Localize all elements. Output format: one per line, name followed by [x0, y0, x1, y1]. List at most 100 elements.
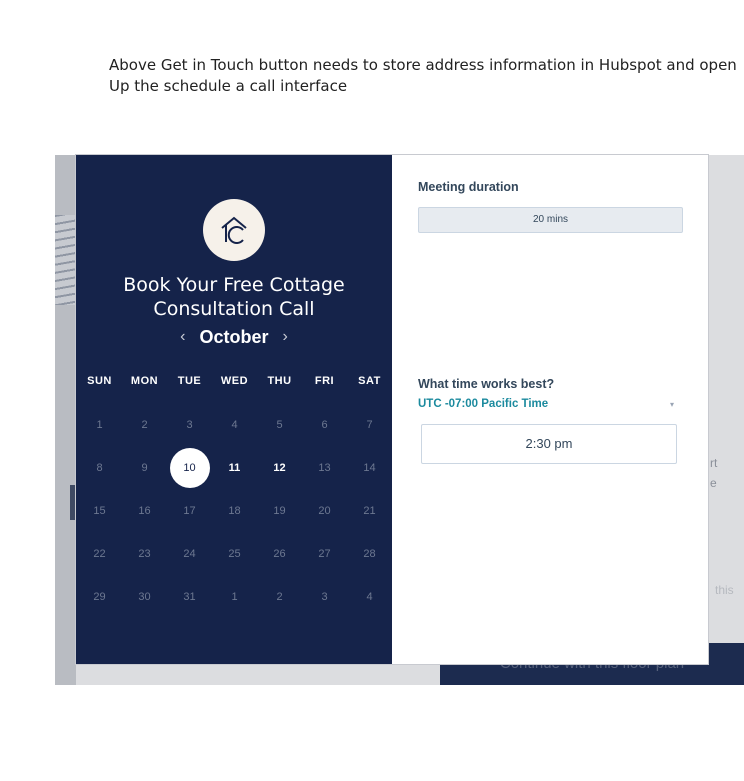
unavailable-day: 17 [167, 489, 212, 532]
unavailable-day: 20 [302, 489, 347, 532]
day-number: 4 [366, 590, 373, 603]
day-number: 16 [138, 504, 151, 517]
unavailable-day: 14 [347, 446, 392, 489]
day-number: 20 [318, 504, 331, 517]
day-number: 2 [276, 590, 283, 603]
day-number: 3 [186, 418, 193, 431]
unavailable-day: 21 [347, 489, 392, 532]
calendar-title: Book Your Free Cottage Consultation Call [123, 274, 345, 320]
day-number: 1 [96, 418, 103, 431]
unavailable-day: 8 [77, 446, 122, 489]
unavailable-day: 22 [77, 532, 122, 575]
day-number: 3 [321, 590, 328, 603]
unavailable-day: 26 [257, 532, 302, 575]
weekday-label: SUN [87, 375, 112, 387]
meeting-duration-label: Meeting duration [418, 180, 519, 194]
unavailable-day: 13 [302, 446, 347, 489]
unavailable-day: 18 [212, 489, 257, 532]
day-number: 22 [93, 547, 106, 560]
unavailable-day: 16 [122, 489, 167, 532]
day-number: 17 [183, 504, 196, 517]
weekday-label: SAT [358, 375, 381, 387]
weekday-label: WED [220, 375, 249, 387]
day-number: 15 [93, 504, 106, 517]
day-number: 11 [228, 461, 241, 474]
day-number: 31 [183, 590, 196, 603]
day-number: 12 [273, 461, 286, 474]
unavailable-day: 4 [212, 403, 257, 446]
background-text-fragment: rt e [710, 456, 718, 490]
unavailable-day: 29 [77, 575, 122, 618]
day-number: 2 [141, 418, 148, 431]
day-number: 24 [183, 547, 196, 560]
next-month-icon[interactable]: › [283, 328, 288, 346]
day-number: 6 [321, 418, 328, 431]
weekday-header: SUN MON TUE WED THU FRI SAT [77, 375, 392, 387]
unavailable-day: 1 [77, 403, 122, 446]
weekday-label: MON [130, 375, 159, 387]
available-day[interactable]: 11 [212, 446, 257, 489]
day-number: 21 [363, 504, 376, 517]
unavailable-day: 3 [167, 403, 212, 446]
calendar-week-row: 1 2 3 4 5 6 7 [77, 403, 392, 446]
day-number: 5 [276, 418, 283, 431]
instruction-note: Above Get in Touch button needs to store… [109, 55, 737, 97]
calendar-week-row: 29 30 31 1 2 3 4 [77, 575, 392, 618]
day-number: 25 [228, 547, 241, 560]
timezone-select[interactable]: UTC -07:00 Pacific Time ▾ [418, 398, 674, 410]
unavailable-day: 4 [347, 575, 392, 618]
unavailable-day: 1 [212, 575, 257, 618]
unavailable-day: 9 [122, 446, 167, 489]
day-number: 26 [273, 547, 286, 560]
time-question-label: What time works best? [418, 377, 555, 391]
day-number: 23 [138, 547, 151, 560]
calendar-grid: 1 2 3 4 5 6 7 8 9 10 11 12 13 14 15 16 17 18 19 20 21 22 23 24 2… [77, 403, 392, 618]
day-number: 14 [363, 461, 376, 474]
unavailable-day: 25 [212, 532, 257, 575]
day-number: 30 [138, 590, 151, 603]
calendar-week-row: 8 9 10 11 12 13 14 [77, 446, 392, 489]
unavailable-day: 15 [77, 489, 122, 532]
day-number: 4 [231, 418, 238, 431]
schedule-call-modal: Book Your Free Cottage Consultation Call… [76, 155, 708, 664]
day-number: 29 [93, 590, 106, 603]
weekday-label: TUE [177, 375, 202, 387]
day-number: 28 [363, 547, 376, 560]
unavailable-day: 30 [122, 575, 167, 618]
day-number: 9 [141, 461, 148, 474]
weekday-label: THU [267, 375, 292, 387]
unavailable-day: 31 [167, 575, 212, 618]
calendar-week-row: 15 16 17 18 19 20 21 [77, 489, 392, 532]
day-number: 1 [231, 590, 238, 603]
unavailable-day: 2 [122, 403, 167, 446]
time-slot-button[interactable]: 2:30 pm [421, 424, 677, 464]
calendar-panel: Book Your Free Cottage Consultation Call… [76, 155, 392, 664]
month-label: October [199, 326, 269, 347]
duration-option[interactable]: 20 mins [418, 207, 683, 233]
unavailable-day: 23 [122, 532, 167, 575]
day-number: 18 [228, 504, 241, 517]
month-navigation: ‹ October › [76, 326, 392, 348]
unavailable-day: 28 [347, 532, 392, 575]
previous-month-icon[interactable]: ‹ [180, 328, 185, 346]
available-day[interactable]: 12 [257, 446, 302, 489]
unavailable-day: 3 [302, 575, 347, 618]
booking-details-panel: Meeting duration 20 mins What time works… [392, 155, 708, 664]
background-stairs-image [55, 215, 76, 305]
unavailable-day: 19 [257, 489, 302, 532]
selected-day[interactable]: 10 [167, 446, 212, 489]
unavailable-day: 5 [257, 403, 302, 446]
day-number: 7 [366, 418, 373, 431]
unavailable-day: 6 [302, 403, 347, 446]
weekday-label: FRI [314, 375, 335, 387]
timezone-value: UTC -07:00 Pacific Time [418, 398, 549, 410]
day-number: 27 [318, 547, 331, 560]
day-number: 8 [96, 461, 103, 474]
unavailable-day: 2 [257, 575, 302, 618]
day-number: 13 [318, 461, 331, 474]
day-number: 19 [273, 504, 286, 517]
cottage-logo [203, 199, 265, 261]
unavailable-day: 7 [347, 403, 392, 446]
chevron-down-icon: ▾ [669, 399, 674, 409]
background-text-fragment-this: this [715, 583, 734, 597]
